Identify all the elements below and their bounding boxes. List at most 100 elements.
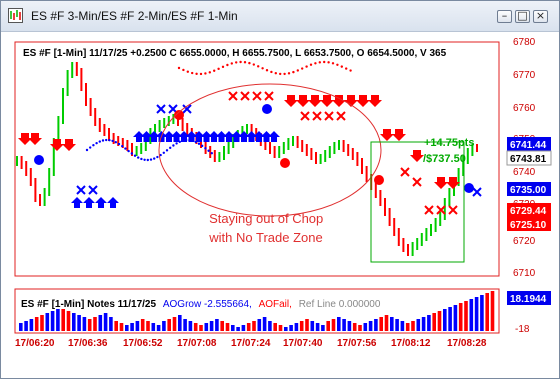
- dot-trail-icon: [149, 158, 153, 161]
- histogram-bar: [199, 325, 203, 331]
- dot-trail-icon: [108, 138, 111, 142]
- dot-trail-icon: [111, 139, 114, 143]
- histogram-bar: [257, 319, 262, 331]
- indicator-value-text: 18.1944: [510, 294, 547, 305]
- dot-trail-icon: [292, 70, 295, 74]
- histogram-bar: [188, 321, 193, 331]
- dot-trail-icon: [204, 72, 207, 75]
- dot-trail-icon: [309, 63, 313, 66]
- histogram-bar: [215, 319, 219, 331]
- histogram-bar: [220, 321, 224, 331]
- histogram-bar: [294, 323, 299, 331]
- close-button[interactable]: ×: [533, 9, 548, 23]
- histogram-bar: [72, 313, 76, 331]
- histogram-bar: [384, 315, 389, 331]
- histogram-bar: [252, 321, 256, 331]
- price-tag-blue-upper-text: 6741.44: [510, 140, 547, 151]
- price-scale-label: 6770: [513, 70, 536, 81]
- dot-trail-icon: [235, 61, 238, 64]
- histogram-bar: [395, 319, 399, 331]
- dot-trail-icon: [121, 144, 124, 148]
- dot-trail-icon: [201, 144, 204, 148]
- histogram-bar: [125, 325, 129, 331]
- histogram-bar: [178, 315, 182, 331]
- signal-dot-icon: [262, 104, 272, 114]
- histogram-bar: [368, 321, 373, 331]
- restore-button[interactable]: □: [515, 9, 530, 23]
- dot-trail-icon: [243, 61, 247, 64]
- time-axis: 17/06:20 17/06:36 17/06:52 17/07:08 17/07:24…: [15, 338, 487, 349]
- histogram-bar: [162, 321, 166, 331]
- dot-trail-icon: [210, 151, 213, 155]
- dot-trail-icon: [101, 139, 105, 142]
- dot-trail-icon: [305, 65, 308, 68]
- time-axis-label: 17/06:20: [15, 338, 55, 349]
- dot-trail-icon: [92, 144, 95, 147]
- dot-trail-icon: [156, 155, 159, 159]
- dot-trail-icon: [287, 72, 291, 75]
- histogram-bar: [268, 321, 272, 331]
- title-bar[interactable]: ES #F 3-Min/ES #F 2-Min/ES #F 1-Min – □ …: [1, 1, 559, 32]
- dot-trail-icon: [186, 70, 189, 73]
- histogram-bar: [390, 317, 394, 331]
- indicator-scale-bottom: -18: [515, 324, 530, 335]
- histogram-bar: [193, 323, 198, 331]
- dot-trail-icon: [257, 65, 260, 68]
- histogram-bar: [172, 317, 177, 331]
- histogram-bar: [114, 321, 118, 331]
- signal-dot-icon: [464, 183, 474, 193]
- dot-trail-icon: [349, 69, 352, 72]
- histogram-bar: [146, 321, 150, 331]
- dot-trail-icon: [327, 61, 330, 64]
- dot-trail-icon: [153, 157, 156, 160]
- histogram-bar: [225, 323, 230, 331]
- dot-trail-icon: [182, 68, 185, 72]
- histogram-bar: [135, 321, 140, 331]
- dot-trail-icon: [336, 63, 339, 66]
- histogram-bar: [204, 323, 209, 331]
- dot-trail-icon: [213, 69, 216, 72]
- signal-dot-icon: [374, 175, 384, 185]
- histogram-bar: [374, 319, 378, 331]
- dot-trail-icon: [165, 149, 169, 152]
- indicator-panel-frame: [14, 288, 500, 334]
- histogram-bar: [61, 309, 65, 331]
- dot-trail-icon: [143, 158, 146, 161]
- histogram-bar: [50, 311, 55, 331]
- signal-dot-icon: [280, 158, 290, 168]
- price-scale-label: 6720: [513, 236, 536, 247]
- dot-trail-icon: [279, 72, 282, 76]
- histogram-bar: [209, 321, 214, 331]
- minimize-button[interactable]: –: [497, 9, 512, 23]
- time-axis-label: 17/08:28: [447, 338, 487, 349]
- dot-trail-icon: [296, 69, 299, 72]
- histogram-bar: [93, 317, 97, 331]
- histogram-bar: [246, 323, 251, 331]
- dot-trail-icon: [197, 142, 201, 145]
- dot-trail-icon: [265, 69, 269, 72]
- dot-trail-icon: [283, 72, 286, 76]
- dot-trail-icon: [217, 67, 220, 71]
- dot-trail-icon: [194, 140, 197, 144]
- histogram-bar: [29, 319, 34, 331]
- time-axis-label: 17/08:12: [391, 338, 431, 349]
- dot-trail-icon: [172, 144, 175, 147]
- histogram-bar: [284, 327, 288, 331]
- dot-trail-icon: [199, 72, 203, 76]
- time-axis-label: 17/06:36: [68, 338, 108, 349]
- dot-trail-icon: [178, 140, 181, 143]
- dot-trail-icon: [175, 142, 178, 145]
- dot-trail-icon: [105, 138, 108, 142]
- price-panel-header: ES #F [1-Min] 11/17/25 +0.2500 C 6655.00…: [23, 48, 447, 59]
- histogram-bar: [400, 321, 405, 331]
- indicator-header-text: ES #F [1-Min] Notes 11/17/25 AOGrow -2.5…: [21, 299, 381, 310]
- dot-trail-icon: [195, 72, 198, 76]
- dot-trail-icon: [191, 71, 194, 75]
- chart-area[interactable]: ES #F [1-Min] 11/17/25 +0.2500 C 6655.00…: [1, 32, 559, 378]
- dot-trail-icon: [226, 63, 229, 67]
- dot-trail-icon: [127, 149, 130, 153]
- histogram-bar: [416, 319, 421, 331]
- dot-trail-icon: [318, 61, 321, 64]
- histogram-bar: [448, 307, 452, 331]
- histogram-bar: [151, 323, 156, 331]
